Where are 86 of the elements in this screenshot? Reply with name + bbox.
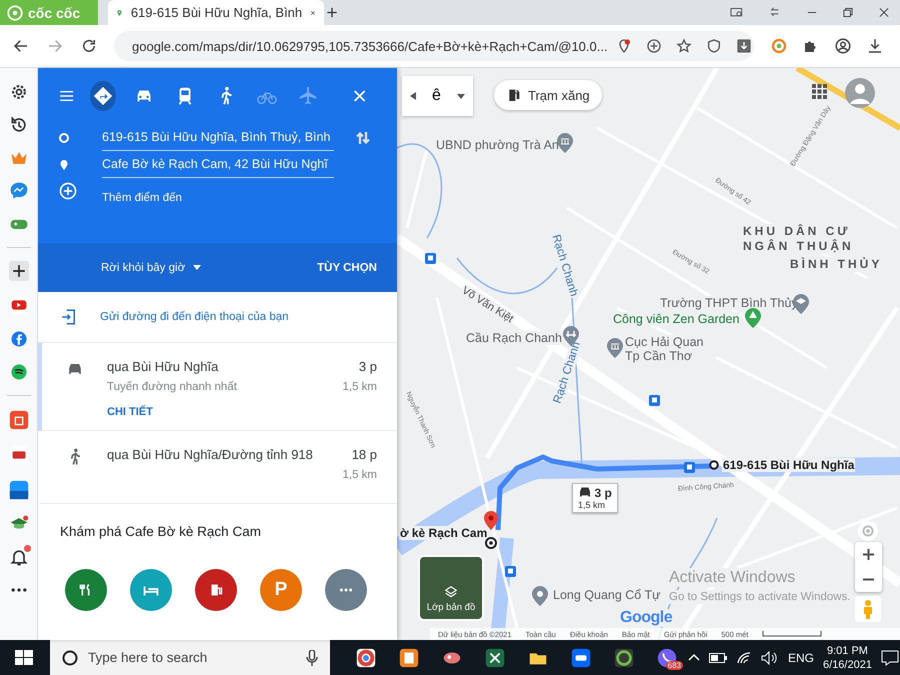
gas-station-chip[interactable]: Trạm xăng [494, 80, 602, 110]
address-field[interactable]: google.com/maps/dir/10.0629795,105.7353666/Cafe+Bờ+kè+Rạch+Cam/@10.0... [114, 31, 754, 61]
bed-icon[interactable] [130, 569, 172, 611]
route-subtitle: Tuyến đường nhanh nhất [107, 381, 237, 393]
add-icon[interactable] [8, 261, 28, 281]
send-to-phone-link[interactable]: Gửi đường đi đến điện thoại của bạn [100, 311, 289, 323]
browser-tab[interactable]: 619-615 Bùi Hữu Nghĩa, Bình [108, 0, 324, 25]
route-distance: 1,5 km [342, 381, 377, 393]
search-icon [62, 650, 78, 666]
wifi-icon[interactable] [736, 650, 752, 664]
speaker-icon[interactable] [761, 650, 779, 664]
directions-icon[interactable] [90, 81, 116, 111]
input-language[interactable]: ENG [788, 650, 814, 664]
battery-icon[interactable] [709, 652, 727, 662]
explore-title: Khám phá Cafe Bờ kè Rạch Cam [60, 524, 262, 539]
add-circle-icon[interactable] [646, 38, 662, 54]
layers-icon [444, 585, 458, 599]
browser-brand: cốc cốc [28, 4, 80, 20]
route-distance: 1,5 km [342, 469, 377, 481]
apps-grid-icon[interactable] [812, 84, 827, 99]
route-callout[interactable]: 3 p 1,5 km [572, 483, 618, 513]
callout-distance: 1,5 km [578, 500, 606, 510]
route-time: 3 p [358, 359, 377, 374]
route-time: 18 p [352, 447, 377, 462]
profile-icon[interactable] [834, 37, 852, 55]
shield-icon[interactable] [706, 38, 722, 54]
plus-icon [863, 548, 874, 560]
callout-time: 3 p [594, 486, 612, 500]
route-endpoint-label: ờ kè Rạch Cam [399, 526, 488, 540]
google-logo: Google [620, 609, 672, 627]
download-box-icon[interactable] [736, 38, 752, 54]
microphone-icon[interactable] [306, 650, 318, 666]
fork-knife-icon[interactable] [65, 569, 107, 611]
ring-icon[interactable] [770, 37, 788, 55]
origin-marker-icon [709, 460, 719, 470]
tree-icon [745, 308, 761, 328]
add-stop-link[interactable]: Thêm điểm đến [102, 178, 334, 204]
caret-icon [193, 265, 202, 270]
layers-button[interactable]: Lớp bản đồ [418, 555, 484, 621]
route-title: qua Bùi Hữu Nghĩa/Đường tỉnh 918 [107, 447, 313, 462]
destination-pin-icon [58, 158, 70, 172]
avatar-icon[interactable] [845, 78, 875, 108]
scale-bar-icon [762, 631, 822, 637]
social-app-icon[interactable] [8, 329, 28, 349]
details-link[interactable]: CHI TIẾT [107, 406, 377, 418]
tab-title: 619-615 Bùi Hữu Nghĩa, Bình [130, 5, 302, 20]
destination-field[interactable]: Cafe Bờ kè Rạch Cam, 42 Bùi Hữu Nghĩ [102, 151, 334, 178]
place-label: UBND phường Trà An [435, 138, 560, 152]
origin-circle-icon [58, 132, 70, 144]
send-to-phone-icon[interactable] [60, 308, 78, 326]
music-app-icon[interactable] [8, 362, 28, 382]
route-endpoint-label: 619-615 Bùi Hữu Nghĩa [722, 458, 856, 472]
chat-bubble-icon[interactable] [8, 181, 28, 201]
government-building-icon [557, 133, 573, 153]
bus-stop-icon [505, 566, 516, 577]
car-icon [578, 487, 592, 497]
mode-value: ê [431, 87, 442, 105]
activation-text: Go to Settings to activate Windows. [669, 590, 851, 604]
place-label: Cầu Rạch Chanh [465, 331, 563, 345]
government-building-icon [607, 338, 623, 358]
reload-icon[interactable] [80, 37, 98, 55]
school-icon [793, 294, 809, 314]
notification-center-icon[interactable] [880, 650, 899, 666]
bus-stop-icon [649, 395, 660, 406]
star-icon[interactable] [676, 38, 692, 54]
route-title: qua Bùi Hữu Nghĩa [107, 359, 218, 374]
bus-stop-icon [684, 462, 695, 473]
taskbar-clock[interactable]: 9:01 PM 6/16/2021 [823, 644, 872, 672]
url-text: google.com/maps/dir/10.0629795,105.7353666/Cafe+Bờ+kè+Rạch+Cam/@10.0... [132, 38, 608, 54]
map-mode-control[interactable]: ê [402, 76, 473, 116]
notification-dot [24, 545, 30, 552]
activation-title: Activate Windows [669, 568, 796, 587]
bus-stop-icon [425, 253, 436, 264]
fuel-pump-icon[interactable] [195, 569, 237, 611]
chevron-up-icon[interactable] [688, 652, 700, 664]
download-icon[interactable] [866, 37, 884, 55]
notification-count: 683 [666, 661, 683, 670]
depart-time-dropdown[interactable]: Rời khỏi bây giờ [101, 262, 202, 274]
taskbar-search-field[interactable]: Type here to search [50, 640, 330, 675]
place-label: Cục Hải Quan Tp Cần Thơ [624, 335, 716, 363]
park-label: Công viên Zen Garden [612, 312, 740, 326]
place-label: Long Quang Cổ Tự [552, 588, 662, 602]
temple-icon [532, 586, 548, 606]
options-button[interactable]: TÙY CHỌN [317, 262, 377, 274]
origin-field[interactable]: 619-615 Bùi Hữu Nghĩa, Bình Thuỷ, Bình [102, 124, 334, 151]
video-app-icon[interactable] [8, 294, 30, 316]
